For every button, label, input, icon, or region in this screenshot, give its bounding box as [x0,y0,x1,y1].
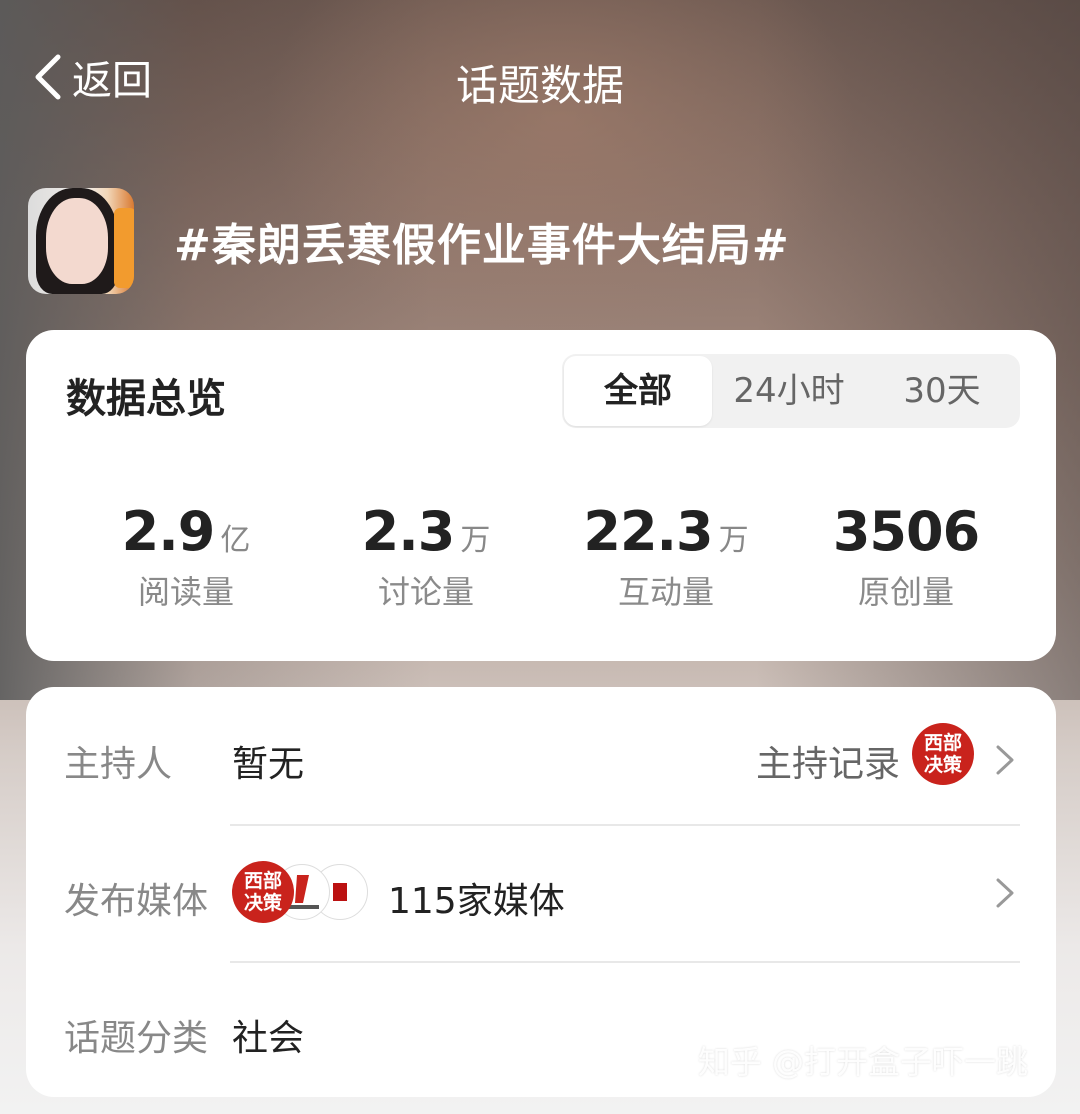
chevron-right-icon[interactable] [994,876,1016,910]
host-row: 主持人 暂无 主持记录 西部 决策 [26,687,1056,823]
topic-details-card: 主持人 暂无 主持记录 西部 决策 发布媒体 西部 决策 115家媒体 话题分类… [26,687,1056,1097]
stat-unit: 万 [718,523,749,558]
category-value: 社会 [232,1018,305,1059]
time-range-segmented-control: 全部 24小时 30天 [562,354,1020,428]
watermark-text: 知乎 @打开盒子吓一跳 [697,1043,1028,1081]
stat-value: 3506 [832,500,980,563]
stat-value: 2.3 [361,500,456,563]
stat-unit: 亿 [220,523,251,558]
topic-title: #秦朗丢寒假作业事件大结局# [174,220,790,271]
stat-label: 原创量 [857,573,954,611]
logo-text-line: 西部 [243,870,282,892]
stat-value: 2.9 [121,500,216,563]
chevron-right-icon[interactable] [994,743,1016,777]
stats-row: 2.9 亿 阅读量 2.3 万 讨论量 22.3 万 互动量 3506 原创量 [66,500,1026,613]
topic-header: #秦朗丢寒假作业事件大结局# [28,188,790,294]
tab-24-hours[interactable]: 24小时 [714,354,864,428]
topic-cover-image[interactable] [28,188,134,294]
logo-text-line: 决策 [923,754,962,776]
portrait-face [46,198,108,284]
stat-label: 阅读量 [137,573,234,611]
host-record-link[interactable]: 主持记录 [756,735,900,787]
host-media-logo[interactable]: 西部 决策 [912,723,974,785]
logo-text-line: 西部 [923,732,962,754]
tab-all[interactable]: 全部 [564,356,712,426]
top-navigation-bar: 返回 话题数据 [0,40,1080,112]
media-label: 发布媒体 [64,881,209,922]
stat-label: 讨论量 [377,573,474,611]
data-overview-card: 数据总览 全部 24小时 30天 2.9 亿 阅读量 2.3 万 讨论量 22.… [26,330,1056,661]
stat-interactions: 22.3 万 互动量 [546,500,786,613]
media-logo-first: 西部 决策 [232,861,294,923]
stat-reads: 2.9 亿 阅读量 [66,500,306,613]
product-bottle [114,208,134,288]
page-title: 话题数据 [455,61,624,110]
host-label: 主持人 [64,744,173,785]
category-label: 话题分类 [64,1018,209,1059]
publishing-media-row[interactable]: 发布媒体 西部 决策 115家媒体 [26,824,1056,960]
stat-value: 22.3 [583,500,713,563]
media-count: 115家媒体 [388,881,565,922]
host-value: 暂无 [232,744,305,785]
logo-text-line: 决策 [243,892,282,914]
stat-discussions: 2.3 万 讨论量 [306,500,546,613]
stat-label: 互动量 [617,573,714,611]
tab-30-days[interactable]: 30天 [866,354,1018,428]
overview-title: 数据总览 [66,376,226,422]
stat-unit: 万 [460,523,491,558]
stat-original-posts: 3506 原创量 [786,500,1026,613]
